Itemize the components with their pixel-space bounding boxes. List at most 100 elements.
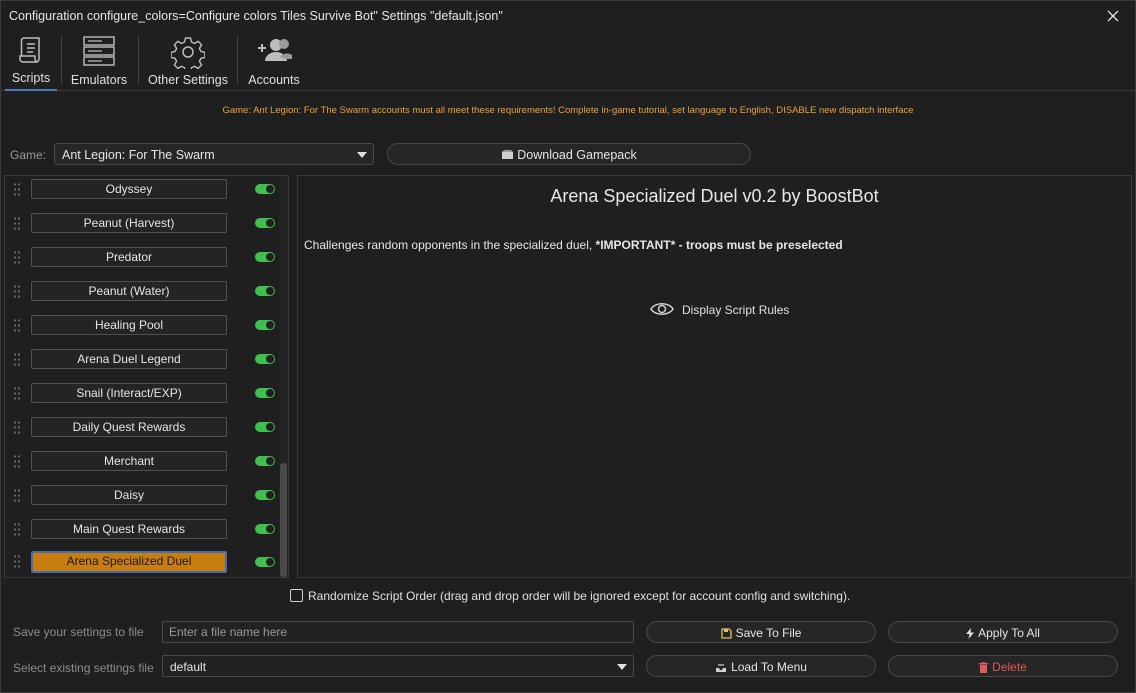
drag-handle-icon[interactable] [13,182,21,198]
script-title: Arena Specialized Duel v0.2 by BoostBot [550,186,879,206]
list-item[interactable]: Peanut (Water) [5,281,279,303]
list-item[interactable]: Daisy [5,485,279,507]
load-to-menu-label: Load To Menu [731,660,807,674]
list-item[interactable]: Daily Quest Rewards [5,417,279,439]
script-button[interactable]: Odyssey [31,179,227,199]
drag-handle-icon[interactable] [13,284,21,300]
script-button[interactable]: Daisy [31,485,227,505]
tab-other-settings-label: Other Settings [148,73,228,87]
window-title: Configuration configure_colors=Configure… [9,9,503,23]
drag-handle-icon[interactable] [13,522,21,538]
script-button-selected[interactable]: Arena Specialized Duel [31,551,227,573]
script-list[interactable]: Odyssey Peanut (Harvest) Predator Peanut… [4,175,289,578]
drag-handle-icon[interactable] [13,554,21,570]
script-toggle[interactable] [255,354,275,364]
tab-accounts[interactable]: Accounts [241,31,307,91]
script-toggle[interactable] [255,422,275,432]
apply-to-all-label: Apply To All [978,626,1040,640]
settings-file-dropdown[interactable]: default [162,655,634,677]
drag-handle-icon[interactable] [13,420,21,436]
list-item[interactable]: Predator [5,247,279,269]
main-toolbar: Scripts Emulators Other Settings Account… [1,31,1135,91]
package-icon [502,150,514,159]
tab-emulators[interactable]: Emulators [65,31,133,91]
save-to-file-label: Save To File [735,626,802,640]
script-button[interactable]: Daily Quest Rewards [31,417,227,437]
tab-other-settings[interactable]: Other Settings [143,31,233,91]
list-item[interactable]: Main Quest Rewards [5,519,279,541]
drag-handle-icon[interactable] [13,250,21,266]
tray-icon [716,664,727,672]
eye-icon [650,303,674,315]
drag-handle-icon[interactable] [13,352,21,368]
delete-button[interactable]: Delete [888,655,1118,677]
users-plus-icon [256,35,292,68]
floppy-icon [720,628,732,639]
list-item[interactable]: Peanut (Harvest) [5,213,279,235]
close-icon[interactable] [1103,6,1123,26]
script-button[interactable]: Snail (Interact/EXP) [31,383,227,403]
gear-icon [170,35,206,73]
script-button[interactable]: Predator [31,247,227,267]
download-gamepack-button[interactable]: Download Gamepack [387,143,751,165]
tab-emulators-label: Emulators [70,73,128,87]
toolbar-divider [237,35,238,85]
script-toggle[interactable] [255,557,275,567]
load-to-menu-button[interactable]: Load To Menu [646,655,876,677]
script-toggle[interactable] [255,456,275,466]
script-toggle[interactable] [255,218,275,228]
script-toggle[interactable] [255,490,275,500]
server-icon [82,35,116,70]
randomize-checkbox[interactable] [290,589,303,602]
description-text: Challenges random opponents in the speci… [304,238,596,252]
toolbar-divider [61,35,62,85]
list-item[interactable]: Arena Specialized Duel [5,551,279,575]
save-settings-label: Save your settings to file [13,625,144,639]
script-button[interactable]: Arena Duel Legend [31,349,227,369]
tab-accounts-label: Accounts [248,73,300,87]
trash-icon [979,662,989,673]
script-toggle[interactable] [255,320,275,330]
save-to-file-button[interactable]: Save To File [646,621,876,643]
drag-handle-icon[interactable] [13,386,21,402]
script-description: Challenges random opponents in the speci… [304,238,843,252]
script-button[interactable]: Main Quest Rewards [31,519,227,539]
script-toggle[interactable] [255,184,275,194]
title-bar: Configuration configure_colors=Configure… [1,1,1135,31]
script-button[interactable]: Merchant [31,451,227,471]
description-important: *IMPORTANT* - troops must be preselected [595,238,843,252]
tab-scripts[interactable]: Scripts [5,31,57,91]
lightning-icon [966,628,975,639]
game-label: Game: [10,148,47,162]
script-button[interactable]: Healing Pool [31,315,227,335]
list-item[interactable]: Odyssey [5,179,279,201]
game-dropdown[interactable]: Ant Legion: For The Swarm [54,143,374,165]
scrollbar-thumb[interactable] [280,463,287,577]
script-toggle[interactable] [255,286,275,296]
toolbar-divider [138,35,139,85]
game-dropdown-value: Ant Legion: For The Swarm [62,148,215,162]
script-toggle[interactable] [255,524,275,534]
tab-scripts-label: Scripts [11,71,51,85]
drag-handle-icon[interactable] [13,216,21,232]
drag-handle-icon[interactable] [13,488,21,504]
scroll-icon [17,35,45,68]
script-button[interactable]: Peanut (Water) [31,281,227,301]
script-toggle[interactable] [255,252,275,262]
drag-handle-icon[interactable] [13,318,21,334]
script-detail-panel: Arena Specialized Duel v0.2 by BoostBot … [297,175,1132,578]
download-gamepack-label: Download Gamepack [517,148,637,162]
settings-file-value: default [170,660,207,674]
script-toggle[interactable] [255,388,275,398]
list-item[interactable]: Arena Duel Legend [5,349,279,371]
apply-to-all-button[interactable]: Apply To All [888,621,1118,643]
script-button[interactable]: Peanut (Harvest) [31,213,227,233]
list-item[interactable]: Merchant [5,451,279,473]
list-item[interactable]: Snail (Interact/EXP) [5,383,279,405]
chevron-down-icon [617,664,627,670]
display-rules-label: Display Script Rules [682,303,790,317]
list-item[interactable]: Healing Pool [5,315,279,337]
filename-input[interactable] [162,621,634,643]
chevron-down-icon [357,152,367,158]
drag-handle-icon[interactable] [13,454,21,470]
